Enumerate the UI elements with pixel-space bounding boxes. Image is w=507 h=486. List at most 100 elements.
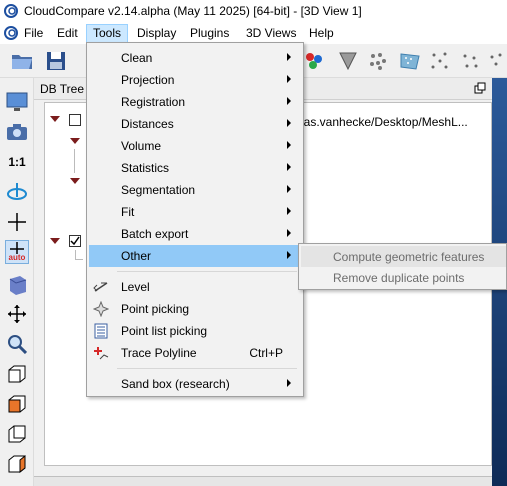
app-menu-icon[interactable] <box>4 26 18 40</box>
noise-filter-icon[interactable] <box>486 49 507 73</box>
menu-item-label: Volume <box>121 139 162 153</box>
trace-polyline-icon <box>94 347 109 360</box>
menu-item-label: Statistics <box>121 161 170 175</box>
scatter-cloud-icon[interactable] <box>428 49 452 73</box>
menu-3d-views[interactable]: 3D Views <box>240 24 302 43</box>
menu-item-trace-polyline[interactable]: Trace Polyline Ctrl+P <box>89 342 301 364</box>
expand-arrow-icon[interactable] <box>49 115 61 123</box>
view-toolbar: 1:1 auto <box>0 78 34 486</box>
tree-connector-line <box>75 259 83 260</box>
menu-help[interactable]: Help <box>303 24 340 43</box>
menu-item-remove-duplicate-points[interactable]: Remove duplicate points <box>301 267 506 288</box>
level-icon <box>93 282 108 292</box>
menu-item-compute-geometric-features[interactable]: Compute geometric features <box>301 246 506 267</box>
view-monitor-icon[interactable] <box>5 90 29 114</box>
expand-arrow-icon[interactable] <box>69 177 81 185</box>
grid-cloud-icon[interactable] <box>398 49 422 73</box>
tree-checkbox[interactable] <box>69 114 81 126</box>
menu-plugins[interactable]: Plugins <box>184 24 235 43</box>
menu-item-shortcut: Ctrl+P <box>249 346 283 360</box>
menu-item-sand-box[interactable]: Sand box (research) <box>89 373 301 395</box>
menu-item-volume[interactable]: Volume <box>89 135 301 157</box>
menu-display[interactable]: Display <box>131 24 182 43</box>
subsample-icon[interactable] <box>458 49 482 73</box>
menu-item-statistics[interactable]: Statistics <box>89 157 301 179</box>
view-cube-front-icon[interactable] <box>5 362 29 386</box>
save-icon[interactable] <box>44 49 68 73</box>
menu-item-label: Clean <box>121 51 153 65</box>
submenu-arrow-icon <box>287 53 291 61</box>
crosshair-icon[interactable] <box>5 210 29 234</box>
submenu-arrow-icon <box>287 119 291 127</box>
menu-bar: File Edit Tools Display Plugins 3D Views… <box>0 22 507 44</box>
view-cube-back-icon[interactable] <box>5 422 29 446</box>
tree-item-path[interactable]: thias.vanhecke/Desktop/MeshL... <box>291 115 468 129</box>
menu-item-label: Projection <box>121 73 175 87</box>
menu-item-level[interactable]: Level <box>89 276 301 298</box>
point-picking-icon <box>93 301 109 317</box>
menu-item-label: Fit <box>121 205 135 219</box>
submenu-arrow-icon <box>287 251 291 259</box>
colored-points-icon[interactable] <box>302 49 326 73</box>
submenu-arrow-icon <box>287 75 291 83</box>
title-bar: CloudCompare v2.14.alpha (May 11 2025) [… <box>0 0 507 22</box>
menu-item-batch-export[interactable]: Batch export <box>89 223 301 245</box>
menu-item-label: Batch export <box>121 227 189 241</box>
tools-dropdown-menu: Clean Projection Registration Distances … <box>86 42 304 397</box>
menu-item-label: Distances <box>121 117 174 131</box>
menu-item-label: Remove duplicate points <box>333 271 465 285</box>
perspective-cube-icon[interactable] <box>5 272 29 296</box>
menu-item-label: Registration <box>121 95 186 109</box>
submenu-arrow-icon <box>287 141 291 149</box>
window-title: CloudCompare v2.14.alpha (May 11 2025) [… <box>24 4 362 18</box>
undock-icon[interactable] <box>474 82 486 94</box>
submenu-arrow-icon <box>287 207 291 215</box>
db-tree-title: DB Tree <box>40 82 85 96</box>
menu-item-label: Point list picking <box>121 324 208 338</box>
cloudcompare-logo-icon <box>4 4 18 18</box>
menu-tools[interactable]: Tools <box>86 24 129 43</box>
menu-item-segmentation[interactable]: Segmentation <box>89 179 301 201</box>
submenu-arrow-icon <box>287 163 291 171</box>
tree-checkbox-checked[interactable] <box>69 235 81 247</box>
zoom-1-to-1-button[interactable]: 1:1 <box>5 150 29 174</box>
auto-label: auto <box>8 253 26 262</box>
properties-panel-edge <box>34 476 492 486</box>
submenu-arrow-icon <box>287 97 291 105</box>
menu-separator <box>117 368 297 369</box>
other-submenu: Compute geometric features Remove duplic… <box>298 243 507 290</box>
submenu-arrow-icon <box>287 185 291 193</box>
menu-item-label: Other <box>121 249 152 263</box>
menu-edit[interactable]: Edit <box>51 24 84 43</box>
sample-points-icon[interactable] <box>366 49 390 73</box>
menu-item-label: Point picking <box>121 302 190 316</box>
camera-icon[interactable] <box>5 120 29 144</box>
submenu-arrow-icon <box>287 229 291 237</box>
move-arrows-icon[interactable] <box>5 302 29 326</box>
menu-item-registration[interactable]: Registration <box>89 91 301 113</box>
expand-arrow-icon[interactable] <box>49 237 61 245</box>
menu-item-fit[interactable]: Fit <box>89 201 301 223</box>
zoom-magnifier-icon[interactable] <box>5 332 29 356</box>
tree-connector-line <box>74 149 75 173</box>
expand-arrow-icon[interactable] <box>69 137 81 145</box>
point-list-picking-icon <box>94 323 108 339</box>
menu-file[interactable]: File <box>18 24 49 43</box>
auto-pick-rotation-button[interactable]: auto <box>5 240 29 264</box>
menu-item-point-list-picking[interactable]: Point list picking <box>89 320 301 342</box>
menu-item-distances[interactable]: Distances <box>89 113 301 135</box>
menu-item-label: Segmentation <box>121 183 196 197</box>
check-icon <box>70 236 80 246</box>
view-cube-side-icon[interactable] <box>5 452 29 476</box>
menu-item-label: Sand box (research) <box>121 377 230 391</box>
rotate-view-icon[interactable] <box>5 180 29 204</box>
mesh-shape-icon[interactable] <box>336 49 360 73</box>
view-cube-orange-icon[interactable] <box>5 392 29 416</box>
menu-item-clean[interactable]: Clean <box>89 47 301 69</box>
menu-item-projection[interactable]: Projection <box>89 69 301 91</box>
open-folder-icon[interactable] <box>10 49 34 73</box>
menu-item-point-picking[interactable]: Point picking <box>89 298 301 320</box>
submenu-arrow-icon <box>287 379 291 387</box>
menu-item-label: Level <box>121 280 150 294</box>
menu-item-other[interactable]: Other <box>89 245 301 267</box>
